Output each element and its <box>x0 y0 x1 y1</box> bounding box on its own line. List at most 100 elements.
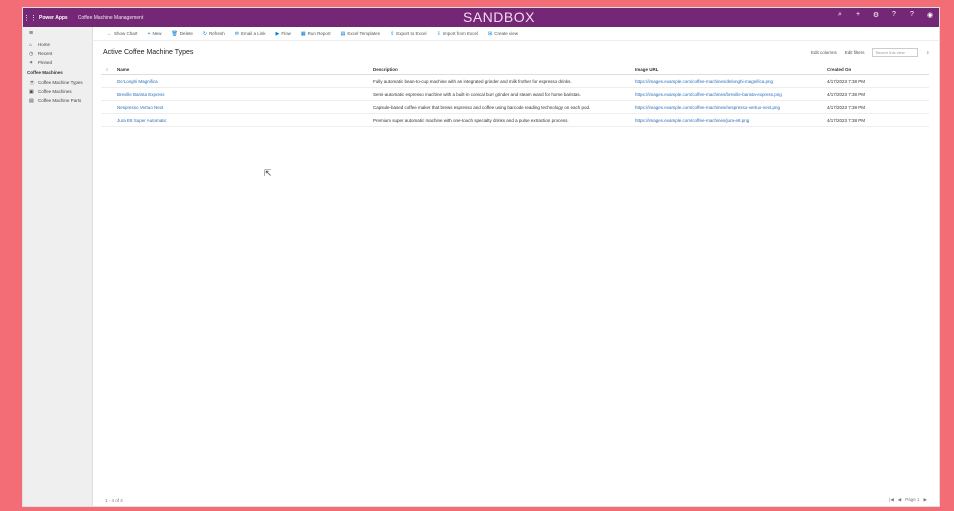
refresh-icon: ↻ <box>202 30 208 37</box>
created-on-cell: 4/17/2023 7:38 PM <box>827 104 866 110</box>
table-row[interactable]: Breville Barista Express Semi-automatic … <box>101 88 929 101</box>
run-report-button[interactable]: ▦ Run Report <box>301 31 331 37</box>
pin-icon: ✶ <box>29 59 34 66</box>
search-icon[interactable]: ⌕ <box>926 50 929 55</box>
sidebar-item-label: Home <box>38 42 51 47</box>
command-label: Email a Link <box>241 31 266 36</box>
table-row[interactable]: Nespresso Vertuo Next Capsule-based coff… <box>101 101 929 114</box>
excel-templates-button[interactable]: ▤ Excel Templates <box>341 31 380 37</box>
trash-icon: 🗑 <box>171 30 178 37</box>
sidebar-item-pinned[interactable]: ✶ Pinned <box>23 58 92 67</box>
sidebar-item-label: Recent <box>38 51 53 56</box>
refresh-button[interactable]: ↻ Refresh <box>203 31 225 37</box>
command-label: Run Report <box>307 31 331 36</box>
flow-icon: ▶ <box>275 30 280 37</box>
back-icon: ← <box>107 30 112 37</box>
command-label: Show Chart <box>114 31 138 36</box>
first-page-icon[interactable]: |◀ <box>889 497 894 503</box>
column-header-description[interactable]: Description <box>371 67 633 72</box>
add-icon[interactable]: + <box>853 11 863 19</box>
top-bar: ⋮⋮ Power Apps Coffee Machine Management … <box>23 8 939 27</box>
sidebar-item-recent[interactable]: ◷ Recent <box>23 49 92 58</box>
command-label: Delete <box>179 31 193 36</box>
mouse-pointer-icon: ⇱ <box>264 168 272 178</box>
create-view-button[interactable]: ⊞ Create view <box>488 31 518 37</box>
grid-header: ○ Name Description Image URL Created On <box>101 64 929 75</box>
mail-icon: ✉ <box>234 30 239 37</box>
app-launcher-icon[interactable]: ⋮⋮ <box>23 14 37 22</box>
edit-filters-button[interactable]: Edit filters <box>845 50 865 55</box>
sidebar-item-label: Coffee Machine Parts <box>38 98 82 103</box>
image-url-link[interactable]: https://images.example.com/coffee-machin… <box>633 118 825 123</box>
created-on-cell: 4/17/2023 7:38 PM <box>827 78 866 84</box>
created-on-cell: 4/17/2023 7:38 PM <box>827 91 866 97</box>
import-icon: ⇩ <box>436 30 441 37</box>
email-link-button[interactable]: ✉ Email a Link <box>235 31 266 37</box>
new-button[interactable]: + New <box>148 31 162 37</box>
excel-icon: ▤ <box>340 30 346 37</box>
export-icon: ⇪ <box>390 30 395 37</box>
search-icon[interactable]: ⌕ <box>835 11 845 19</box>
name-link[interactable]: Jura E8 Super Automatic <box>113 118 371 123</box>
coffee-icon: ☕ <box>29 79 36 86</box>
record-count: 1 - 4 of 4 <box>105 497 123 503</box>
show-chart-button[interactable]: ← Show Chart <box>107 31 138 37</box>
description-cell: Semi-automatic espresso machine with a b… <box>373 91 581 97</box>
search-input[interactable]: Search this view <box>872 47 919 57</box>
table-row[interactable]: De'Longhi Magnifica Fully automatic bean… <box>101 75 929 88</box>
sidebar-group-label: Coffee Machines <box>27 70 63 75</box>
environment-label: SANDBOX <box>463 9 535 25</box>
name-link[interactable]: Breville Barista Express <box>113 92 371 97</box>
add-icon: + <box>147 30 151 37</box>
app-window: ⋮⋮ Power Apps Coffee Machine Management … <box>22 7 940 507</box>
flow-button[interactable]: ▶ Flow <box>276 31 291 37</box>
settings-icon[interactable]: ⚙ <box>871 11 881 19</box>
name-link[interactable]: Nespresso Vertuo Next <box>113 105 371 110</box>
view-icon: ⊞ <box>488 30 493 37</box>
sidebar-item-coffee-machine-parts[interactable]: ▤ Coffee Machine Parts <box>23 96 92 105</box>
view-header: Active Coffee Machine Types Edit columns… <box>93 41 939 63</box>
description-cell: Fully automatic bean-to-cup machine with… <box>373 78 572 84</box>
column-header-created-on[interactable]: Created On <box>825 67 925 72</box>
import-excel-button[interactable]: ⇩ Import from Excel <box>437 31 478 37</box>
sidebar-item-home[interactable]: ⌂ Home <box>23 40 92 49</box>
next-page-icon[interactable]: ▶ <box>924 497 927 503</box>
command-label: Flow <box>281 31 291 36</box>
command-label: Create view <box>494 31 518 36</box>
command-label: Refresh <box>209 31 225 36</box>
select-all-checkbox[interactable]: ○ <box>101 67 113 72</box>
view-actions: Edit columns Edit filters Search this vi… <box>811 47 929 57</box>
image-url-link[interactable]: https://images.example.com/coffee-machin… <box>633 105 825 110</box>
sidebar-item-coffee-machines[interactable]: ▣ Coffee Machines <box>23 87 92 96</box>
column-header-name[interactable]: Name <box>113 67 371 72</box>
description-cell: Premium super automatic machine with one… <box>373 117 569 123</box>
data-grid: ○ Name Description Image URL Created On … <box>101 64 929 127</box>
pager: |◀ ◀ Page 1 ▶ <box>889 497 927 503</box>
description-cell: Capsule-based coffee maker that brews es… <box>373 104 591 110</box>
view-title[interactable]: Active Coffee Machine Types <box>103 49 193 56</box>
area-name[interactable]: Coffee Machine Management <box>78 15 144 21</box>
report-icon: ▦ <box>300 30 306 37</box>
question-icon[interactable]: ? <box>907 11 917 19</box>
table-row[interactable]: Jura E8 Super Automatic Premium super au… <box>101 114 929 127</box>
command-bar: ← Show Chart + New 🗑 Delete ↻ Refresh ✉ Email… <box>93 27 939 41</box>
command-label: New <box>152 31 162 36</box>
help-icon[interactable]: ? <box>889 11 899 19</box>
edit-columns-button[interactable]: Edit columns <box>811 50 837 55</box>
delete-button[interactable]: 🗑 Delete <box>171 31 192 37</box>
name-link[interactable]: De'Longhi Magnifica <box>113 79 371 84</box>
avatar[interactable]: ◉ <box>925 11 935 19</box>
clock-icon: ◷ <box>29 50 34 57</box>
menu-icon[interactable]: ≡ <box>23 27 92 40</box>
sidebar-item-coffee-machine-types[interactable]: ☕ Coffee Machine Types <box>23 78 92 87</box>
sidebar-item-label: Coffee Machine Types <box>38 80 83 85</box>
image-url-link[interactable]: https://images.example.com/coffee-machin… <box>633 79 825 84</box>
export-excel-button[interactable]: ⇪ Export to Excel <box>390 31 426 37</box>
column-header-image-url[interactable]: Image URL <box>633 67 825 72</box>
command-label: Import from Excel <box>442 31 478 36</box>
previous-page-icon[interactable]: ◀ <box>898 497 901 503</box>
image-url-link[interactable]: https://images.example.com/coffee-machin… <box>633 92 825 97</box>
sidebar-item-label: Coffee Machines <box>38 89 72 94</box>
sidebar: ≡ ⌂ Home ◷ Recent ✶ Pinned Coffee Machin… <box>23 27 93 506</box>
app-name[interactable]: Power Apps <box>39 15 68 21</box>
